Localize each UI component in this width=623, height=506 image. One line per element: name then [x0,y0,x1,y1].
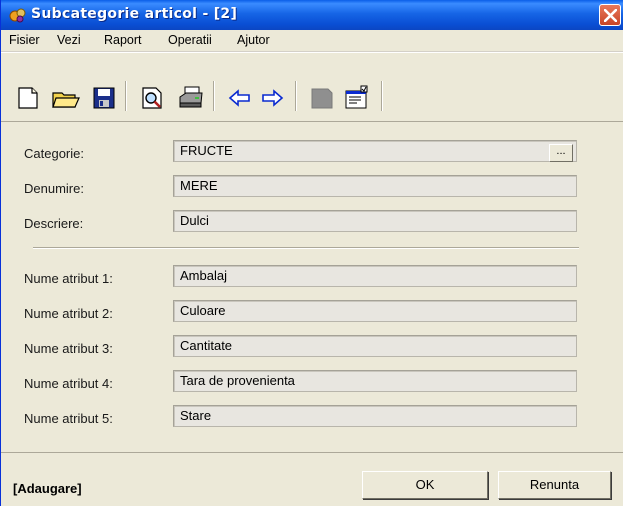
denumire-field[interactable]: MERE [173,175,577,197]
ok-button[interactable]: OK [362,471,488,499]
atribut-1-label: Nume atribut 1: [24,271,113,286]
toolbar [1,52,623,122]
atribut-1-field[interactable]: Ambalaj [173,265,577,287]
new-document-icon[interactable] [15,85,41,111]
menu-operatii[interactable]: Operatii [168,33,212,47]
arrow-left-icon[interactable] [227,85,253,111]
categorie-label: Categorie: [24,146,84,161]
atribut-3-label: Nume atribut 3: [24,341,113,356]
atribut-2-label: Nume atribut 2: [24,306,113,321]
save-icon[interactable] [91,85,117,111]
menu-vezi[interactable]: Vezi [57,33,81,47]
status-bar: [Adaugare] OK Renunta [1,452,623,506]
open-folder-icon[interactable] [51,85,80,111]
gray-block-icon[interactable] [309,85,335,111]
menu-fisier[interactable]: Fisier [9,33,40,47]
close-button[interactable] [599,4,621,26]
descriere-label: Descriere: [24,216,84,231]
toolbar-separator [125,81,127,111]
atribut-5-label: Nume atribut 5: [24,411,113,426]
dialog-window: Subcategorie articol - [2] Fisier Vezi R… [0,0,623,506]
form-divider [33,247,579,249]
arrow-right-icon[interactable] [259,85,285,111]
app-logo-icon [9,7,27,23]
atribut-2-field[interactable]: Culoare [173,300,577,322]
renunta-button[interactable]: Renunta [498,471,611,499]
atribut-5-field[interactable]: Stare [173,405,577,427]
print-icon[interactable] [177,85,203,111]
menu-bar: Fisier Vezi Raport Operatii Ajutor [1,30,623,52]
menu-ajutor[interactable]: Ajutor [237,33,270,47]
window-title: Subcategorie articol - [2] [31,6,238,22]
print-preview-icon[interactable] [139,85,165,111]
atribut-4-field[interactable]: Tara de provenienta [173,370,577,392]
toolbar-separator [381,81,383,111]
descriere-field[interactable]: Dulci [173,210,577,232]
toolbar-separator [213,81,215,111]
properties-icon[interactable] [343,85,369,111]
menu-raport[interactable]: Raport [104,33,142,47]
close-icon [604,9,617,22]
toolbar-separator [295,81,297,111]
categorie-field[interactable]: FRUCTE [173,140,577,162]
denumire-label: Denumire: [24,181,84,196]
title-bar[interactable]: Subcategorie articol - [2] [1,0,623,30]
categorie-browse-button[interactable]: ... [549,144,573,162]
atribut-3-field[interactable]: Cantitate [173,335,577,357]
atribut-4-label: Nume atribut 4: [24,376,113,391]
mode-status: [Adaugare] [13,481,82,496]
